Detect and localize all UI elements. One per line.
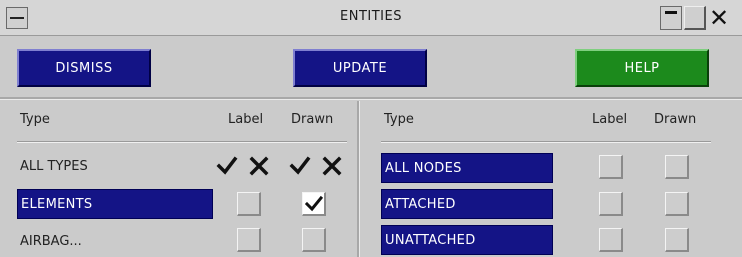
- drawn-checkbox-all-nodes[interactable]: [665, 155, 689, 179]
- label-checkbox-attached[interactable]: [599, 192, 623, 216]
- type-row-elements[interactable]: ELEMENTS: [17, 189, 213, 219]
- drawn-checkbox-attached[interactable]: [665, 192, 689, 216]
- dismiss-button[interactable]: DISMISS: [17, 49, 151, 87]
- panel-divider: [357, 101, 360, 257]
- help-button[interactable]: HELP: [575, 49, 709, 87]
- entities-window: ENTITIES ✕ DISMISS UPDATE HELP Type Labe…: [0, 0, 742, 257]
- right-header-underline: [381, 141, 711, 143]
- label-checkbox-all-nodes[interactable]: [599, 155, 623, 179]
- label-all-on-check-icon[interactable]: [216, 155, 238, 177]
- label-checkbox-unattached[interactable]: [599, 228, 623, 252]
- left-header-type: Type: [20, 112, 50, 127]
- window-title: ENTITIES: [340, 9, 402, 24]
- minimize-icon[interactable]: [660, 6, 682, 30]
- close-icon[interactable]: ✕: [708, 6, 730, 30]
- drawn-all-on-check-icon[interactable]: [289, 155, 311, 177]
- check-icon: [305, 195, 323, 212]
- right-header-drawn: Drawn: [654, 112, 697, 127]
- left-header-underline: [17, 141, 347, 143]
- drawn-checkbox-unattached[interactable]: [665, 228, 689, 252]
- type-row-label: ELEMENTS: [21, 196, 93, 212]
- type-row-all-nodes[interactable]: ALL NODES: [381, 153, 553, 183]
- drawn-checkbox-elements[interactable]: [302, 192, 326, 216]
- type-row-label: UNATTACHED: [385, 232, 476, 248]
- drawn-checkbox-airbag[interactable]: [302, 228, 326, 252]
- type-row-label: ALL NODES: [385, 160, 462, 176]
- all-types-label: ALL TYPES: [20, 159, 88, 174]
- type-row-attached[interactable]: ATTACHED: [381, 189, 553, 219]
- left-header-label: Label: [228, 112, 264, 127]
- right-header-type: Type: [384, 112, 414, 127]
- toolbar-divider: [0, 97, 742, 100]
- left-header-drawn: Drawn: [291, 112, 334, 127]
- label-checkbox-elements[interactable]: [237, 192, 261, 216]
- right-header-label: Label: [592, 112, 628, 127]
- update-button[interactable]: UPDATE: [293, 49, 427, 87]
- maximize-icon[interactable]: [684, 6, 706, 30]
- label-checkbox-airbag[interactable]: [237, 228, 261, 252]
- drawn-all-off-cross-icon[interactable]: [321, 155, 343, 177]
- label-all-off-cross-icon[interactable]: [248, 155, 270, 177]
- type-row-airbag[interactable]: AIRBAG...: [20, 234, 82, 249]
- title-bar[interactable]: ENTITIES ✕: [0, 0, 742, 36]
- type-row-label: ATTACHED: [385, 196, 456, 212]
- type-row-unattached[interactable]: UNATTACHED: [381, 225, 553, 255]
